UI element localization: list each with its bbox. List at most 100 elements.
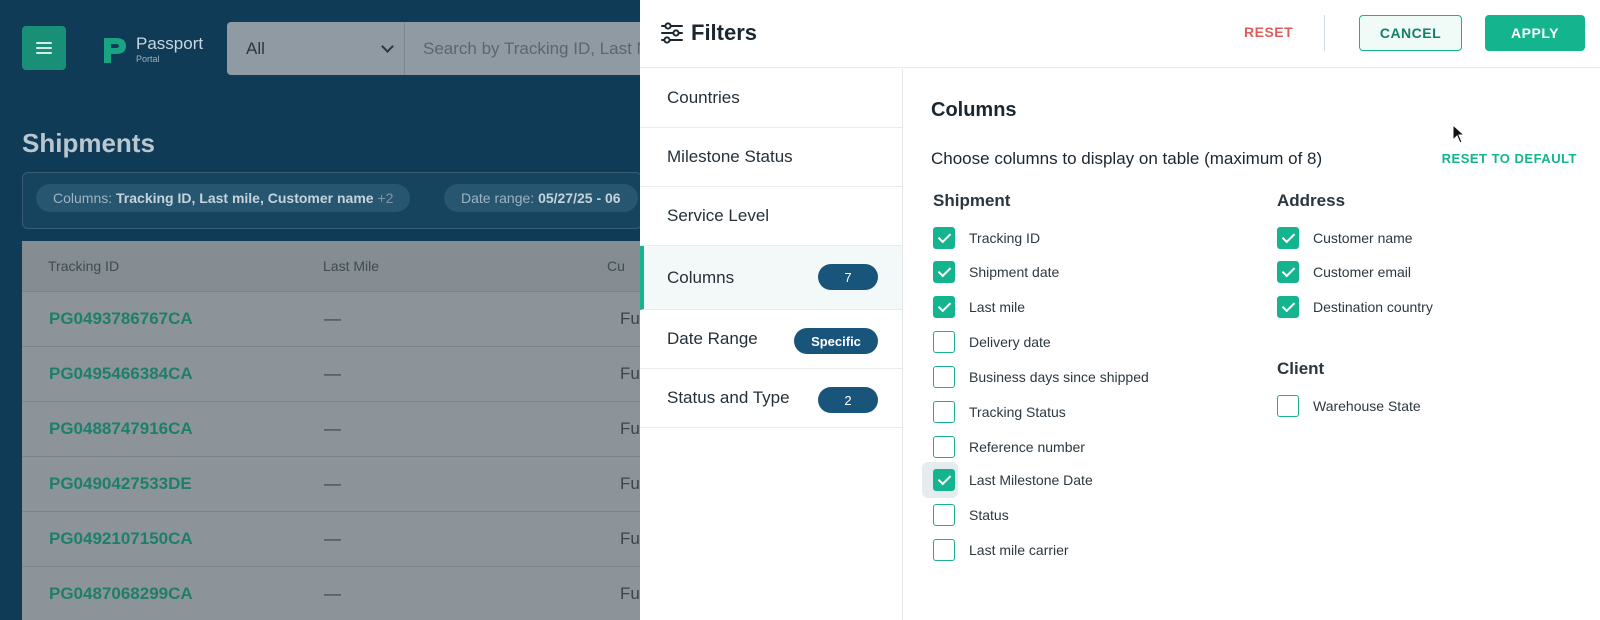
- menu-icon-bar: [36, 52, 52, 54]
- checkbox-unchecked[interactable]: [933, 401, 955, 423]
- search-input[interactable]: Search by Tracking ID, Last M: [423, 22, 647, 75]
- checkbox-unchecked[interactable]: [933, 331, 955, 353]
- chevron-down-icon: [381, 40, 394, 53]
- checkbox-checked[interactable]: [933, 227, 955, 249]
- tracking-id-link[interactable]: PG0488747916CA: [49, 419, 193, 439]
- checkbox-status[interactable]: Status: [933, 501, 1009, 529]
- menu-button[interactable]: [22, 26, 66, 70]
- count-badge: 2: [818, 387, 878, 413]
- checkbox-checked[interactable]: [933, 469, 955, 491]
- checkbox-tracking-status[interactable]: Tracking Status: [933, 398, 1066, 426]
- nav-item-label: Columns: [667, 267, 735, 287]
- checkbox-checked[interactable]: [933, 261, 955, 283]
- table-row[interactable]: PG0490427533DE — Ful: [22, 457, 642, 512]
- last-mile-cell: —: [324, 364, 341, 383]
- nav-item-countries[interactable]: Countries: [640, 69, 902, 128]
- count-badge: 7: [818, 264, 878, 290]
- last-mile-cell: —: [324, 309, 341, 328]
- checkbox-last-mile-carrier[interactable]: Last mile carrier: [933, 536, 1069, 564]
- column-header-last-mile[interactable]: Last Mile: [323, 258, 379, 274]
- mouse-cursor-icon: [1452, 124, 1466, 144]
- checkbox-label: Status: [969, 507, 1009, 523]
- passport-logo[interactable]: Passport Portal: [100, 34, 203, 66]
- table-row[interactable]: PG0493786767CA — Ful: [22, 292, 642, 347]
- column-header-customer[interactable]: Cu: [607, 258, 625, 274]
- search-bar: All Search by Tracking ID, Last M: [227, 22, 647, 75]
- customer-cell: Ful: [620, 364, 642, 383]
- logo-name: Passport: [136, 34, 204, 53]
- checkbox-business-days[interactable]: Business days since shipped: [933, 363, 1149, 391]
- checkbox-unchecked[interactable]: [933, 366, 955, 388]
- cancel-button[interactable]: CANCEL: [1359, 15, 1462, 51]
- checkbox-customer-email[interactable]: Customer email: [1277, 258, 1411, 286]
- filter-category-nav: Countries Milestone Status Service Level…: [640, 69, 903, 620]
- checkbox-checked[interactable]: [1277, 296, 1299, 318]
- reset-to-default-button[interactable]: RESET TO DEFAULT: [1442, 151, 1577, 166]
- checkbox-delivery-date[interactable]: Delivery date: [933, 328, 1051, 356]
- checkbox-label: Last Milestone Date: [969, 472, 1093, 488]
- group-title-shipment: Shipment: [933, 191, 1011, 210]
- checkbox-checked[interactable]: [933, 296, 955, 318]
- date-range-chip[interactable]: Date range: 05/27/25 - 06: [444, 184, 638, 212]
- checkbox-tracking-id[interactable]: Tracking ID: [933, 224, 1040, 252]
- table-row[interactable]: PG0488747916CA — Ful: [22, 402, 642, 457]
- checkbox-label: Business days since shipped: [969, 369, 1149, 385]
- checkbox-last-mile[interactable]: Last mile: [933, 293, 1025, 321]
- customer-cell: Ful: [620, 309, 642, 328]
- checkbox-label: Delivery date: [969, 334, 1051, 350]
- checkbox-unchecked[interactable]: [1277, 395, 1299, 417]
- checkbox-label: Customer name: [1313, 230, 1413, 246]
- checkbox-checked[interactable]: [1277, 261, 1299, 283]
- apply-button[interactable]: APPLY: [1485, 15, 1585, 51]
- sliders-icon: [661, 22, 683, 44]
- nav-item-date-range[interactable]: Date Range Specific: [640, 310, 902, 369]
- chip-value: Tracking ID, Last mile, Customer name: [116, 190, 374, 206]
- nav-item-service-level[interactable]: Service Level: [640, 187, 902, 246]
- table-row[interactable]: PG0487068299CA — Ful: [22, 567, 642, 620]
- column-header-tracking-id[interactable]: Tracking ID: [48, 258, 119, 274]
- checkbox-label: Last mile carrier: [969, 542, 1069, 558]
- tracking-id-link[interactable]: PG0487068299CA: [49, 584, 193, 604]
- status-badge: Specific: [794, 328, 878, 354]
- checkbox-shipment-date[interactable]: Shipment date: [933, 258, 1059, 286]
- page-title: Shipments: [22, 128, 155, 158]
- nav-item-label: Countries: [667, 88, 740, 107]
- tracking-id-link[interactable]: PG0492107150CA: [49, 529, 193, 549]
- last-mile-cell: —: [324, 584, 341, 603]
- tracking-id-link[interactable]: PG0495466384CA: [49, 364, 193, 384]
- checkbox-unchecked[interactable]: [933, 504, 955, 526]
- chip-label: Date range:: [461, 190, 535, 206]
- nav-item-columns[interactable]: Columns 7: [640, 246, 902, 310]
- checkbox-last-milestone-date[interactable]: Last Milestone Date: [933, 466, 1093, 494]
- checkbox-reference-number[interactable]: Reference number: [933, 433, 1085, 461]
- tracking-id-link[interactable]: PG0493786767CA: [49, 309, 193, 329]
- active-filters-bar: Columns: Tracking ID, Last mile, Custome…: [22, 172, 642, 229]
- checkbox-unchecked[interactable]: [933, 436, 955, 458]
- columns-chip[interactable]: Columns: Tracking ID, Last mile, Custome…: [36, 184, 411, 212]
- checkbox-warehouse-state[interactable]: Warehouse State: [1277, 392, 1421, 420]
- customer-cell: Ful: [620, 529, 642, 548]
- nav-item-status-and-type[interactable]: Status and Type 2: [640, 369, 902, 428]
- checkbox-customer-name[interactable]: Customer name: [1277, 224, 1413, 252]
- last-mile-cell: —: [324, 419, 341, 438]
- table-row[interactable]: PG0495466384CA — Ful: [22, 347, 642, 402]
- nav-item-label: Date Range: [667, 329, 758, 348]
- menu-icon-bar: [36, 42, 52, 44]
- nav-item-milestone-status[interactable]: Milestone Status: [640, 128, 902, 187]
- search-scope-select[interactable]: All: [227, 22, 405, 75]
- tracking-id-link[interactable]: PG0490427533DE: [49, 474, 192, 494]
- checkbox-unchecked[interactable]: [933, 539, 955, 561]
- chip-extra-count: +2: [377, 190, 394, 206]
- checkbox-checked[interactable]: [1277, 227, 1299, 249]
- nav-item-label: Status and Type: [667, 388, 790, 407]
- last-mile-cell: —: [324, 529, 341, 548]
- section-title: Columns: [931, 99, 1017, 121]
- chip-value: 05/27/25 - 06: [538, 190, 621, 206]
- checkbox-destination-country[interactable]: Destination country: [1277, 293, 1433, 321]
- table-row[interactable]: PG0492107150CA — Ful: [22, 512, 642, 567]
- reset-button[interactable]: RESET: [1244, 24, 1293, 40]
- checkbox-label: Shipment date: [969, 264, 1060, 280]
- logo-subtitle: Portal: [136, 54, 160, 64]
- customer-cell: Ful: [620, 474, 642, 493]
- table-header: Tracking ID Last Mile Cu: [22, 241, 642, 292]
